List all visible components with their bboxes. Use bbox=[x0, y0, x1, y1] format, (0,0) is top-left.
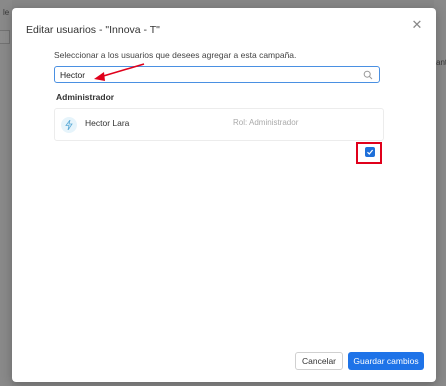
user-role: Rol: Administrador bbox=[233, 118, 299, 127]
group-title-administrador: Administrador bbox=[56, 92, 115, 102]
instruction-text: Seleccionar a los usuarios que desees ag… bbox=[54, 50, 297, 60]
checkmark-icon bbox=[367, 149, 374, 155]
search-icon[interactable] bbox=[363, 70, 373, 80]
search-input-value[interactable]: Hector bbox=[60, 70, 85, 80]
user-name: Hector Lara bbox=[85, 118, 130, 128]
user-avatar bbox=[61, 117, 77, 133]
user-select-checkbox[interactable] bbox=[365, 147, 375, 157]
close-icon: ✕ bbox=[411, 17, 423, 32]
edit-users-dialog: Editar usuarios - "Innova - T" ✕ Selecci… bbox=[12, 8, 436, 382]
lightning-icon bbox=[65, 120, 73, 130]
save-changes-button[interactable]: Guardar cambios bbox=[348, 352, 424, 370]
annotation-arrow bbox=[94, 63, 145, 81]
cancel-button[interactable]: Cancelar bbox=[295, 352, 343, 370]
close-button[interactable]: ✕ bbox=[410, 17, 424, 32]
user-row[interactable]: Hector Lara Rol: Administrador bbox=[54, 108, 384, 141]
dialog-title: Editar usuarios - "Innova - T" bbox=[26, 24, 160, 36]
